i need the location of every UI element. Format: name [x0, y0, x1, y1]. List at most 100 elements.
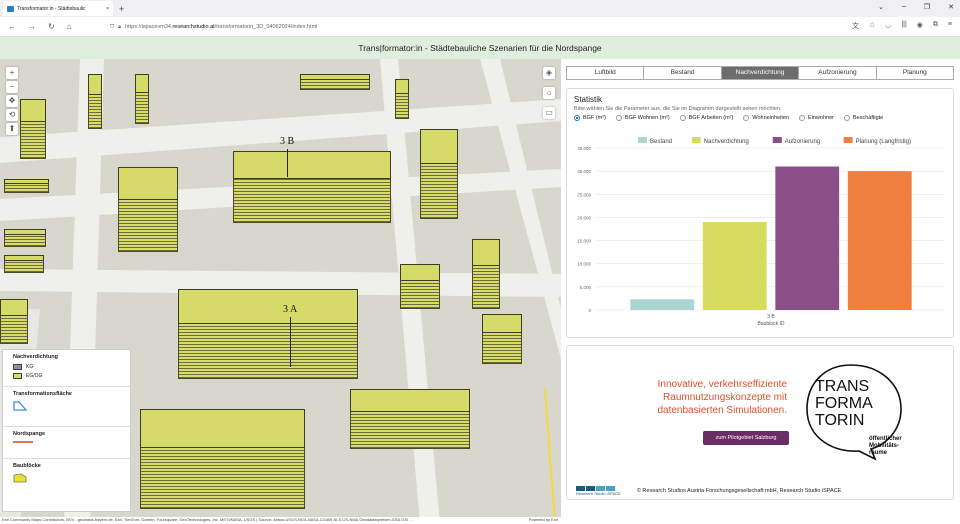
baublock-label-3a: 3 A	[283, 304, 298, 315]
y-tick-label: 0	[588, 308, 591, 313]
legend-label: Nachverdichtung	[704, 139, 749, 145]
radio-wohneinheiten[interactable]: Wohneinheiten	[743, 115, 789, 121]
label-leader-line	[290, 317, 291, 367]
svg-text:Mobilitäts-: Mobilitäts-	[869, 443, 899, 449]
tab-aufzonierung[interactable]: Aufzonierung	[799, 67, 877, 79]
rotate-icon[interactable]: ⟲	[6, 109, 18, 121]
building[interactable]	[140, 409, 305, 509]
label-leader-line	[287, 149, 288, 177]
legend-section-baubloecke: Baublöcke	[3, 459, 130, 489]
legend-label: Planung (Langfristig)	[856, 139, 911, 145]
pilotgebiet-salzburg-button[interactable]: zum Pilotgebiet Salzburg	[703, 431, 789, 445]
radio-bgf[interactable]: BGF (m²)	[574, 115, 606, 121]
site-favicon-icon	[7, 5, 14, 12]
tab-bestand[interactable]: Bestand	[644, 67, 722, 79]
legend-section-transformation: Transformationsfläche	[3, 387, 130, 427]
map-attribution: Esri Community Maps Contributors, BVV - …	[0, 517, 561, 524]
close-window-icon[interactable]: ✕	[948, 3, 954, 11]
legend-swatch	[843, 137, 853, 143]
compass-icon[interactable]: ⬆	[6, 123, 18, 135]
building[interactable]	[88, 74, 102, 129]
zoom-in-button[interactable]: +	[6, 67, 18, 79]
radio-beschaeftigte[interactable]: Beschäftigte	[843, 115, 883, 121]
bookmark-star-icon[interactable]: ☆	[869, 21, 875, 31]
radio-bgf-wohnen[interactable]: BGF Wohnen (m²)	[615, 115, 670, 121]
restore-icon[interactable]: ❐	[924, 3, 930, 11]
baublock-icon	[13, 473, 27, 483]
building[interactable]	[400, 264, 440, 309]
daylight-icon[interactable]: ☼	[543, 87, 555, 99]
reload-icon[interactable]: ↻	[48, 22, 55, 31]
radio-bgf-arbeiten[interactable]: BGF Arbeiten (m²)	[679, 115, 733, 121]
x-tick-label: 3 B	[767, 314, 775, 320]
x-axis-label: Baublock ID	[758, 321, 785, 327]
library-icon[interactable]: |||	[901, 21, 906, 31]
chevron-down-icon[interactable]: ⌄	[878, 3, 884, 11]
svg-text:öffentlicher: öffentlicher	[869, 436, 902, 442]
ispace-logo: Research Studio iSPACE	[576, 486, 621, 496]
basemap-icon[interactable]: ▭	[543, 107, 555, 119]
pan-icon[interactable]: ✥	[6, 95, 18, 107]
map-view[interactable]: 3 B 3 A + − ✥ ⟲ ⬆ ◈ ☼ ▭ Nachverdichtung …	[0, 59, 561, 524]
back-icon[interactable]: ←	[8, 22, 16, 31]
building[interactable]	[20, 99, 46, 159]
building-3a[interactable]	[178, 289, 358, 379]
pocket-icon[interactable]: ◡	[885, 21, 891, 31]
building[interactable]	[395, 79, 409, 119]
account-icon[interactable]: ◉	[917, 21, 923, 31]
url-text: https://ispacevm34.researchstudio.at/tra…	[125, 24, 318, 30]
transformatorin-logo: TRANS FORMA TORIN öffentlicher Mobilität…	[806, 364, 902, 461]
building[interactable]	[420, 129, 458, 219]
close-tab-icon[interactable]: ×	[106, 6, 109, 12]
y-tick-label: 15.000	[577, 239, 591, 244]
baublock-label-3b: 3 B	[280, 136, 295, 147]
new-tab-icon[interactable]: +	[119, 4, 124, 14]
radio-einwohner[interactable]: Einwohner	[798, 115, 834, 121]
menu-icon[interactable]: ≡	[948, 21, 952, 31]
building[interactable]	[4, 179, 49, 193]
kg-swatch-icon	[13, 364, 22, 370]
eg-og-swatch-icon	[13, 373, 22, 379]
y-tick-label: 25.000	[577, 192, 591, 197]
building-3b[interactable]	[233, 151, 391, 223]
translate-icon[interactable]: 文	[852, 21, 859, 31]
legend-section-nachverdichtung: Nachverdichtung KG EG/OG	[3, 350, 130, 387]
layers-icon[interactable]: ◈	[543, 67, 555, 79]
bar-planung	[847, 171, 912, 310]
svg-text:TORIN: TORIN	[815, 412, 864, 429]
zoom-out-button[interactable]: −	[6, 81, 18, 93]
map-legend: Nachverdichtung KG EG/OG Transformations…	[2, 349, 131, 512]
tab-planung[interactable]: Planung	[877, 67, 953, 79]
minimize-icon[interactable]: –	[902, 3, 906, 11]
building[interactable]	[300, 74, 370, 90]
building[interactable]	[4, 255, 44, 273]
parameter-radio-group: BGF (m²) BGF Wohnen (m²) BGF Arbeiten (m…	[574, 115, 946, 121]
address-bar: ← → ↻ ⌂ ⛉ 🔒︎ https://ispacevm34.research…	[0, 17, 960, 37]
legend-section-nordspange: Nordspange	[3, 427, 130, 459]
building[interactable]	[0, 299, 28, 344]
building[interactable]	[135, 74, 149, 124]
home-icon[interactable]: ⌂	[67, 22, 72, 31]
building[interactable]	[482, 314, 522, 364]
statistik-hint: Bitte wählen Sie die Parameter aus, die …	[574, 106, 782, 112]
building[interactable]	[472, 239, 500, 309]
statistik-title: Statistik	[574, 95, 603, 104]
page-title: Trans|formator:in - Städtebauliche Szena…	[0, 37, 960, 59]
browser-tab-bar: Transformator:in - Städtebaulic × + ⌄ – …	[0, 0, 960, 17]
nordspange-line-icon	[13, 441, 33, 443]
tab-nachverdichtung[interactable]: Nachverdichtung	[721, 67, 800, 79]
building[interactable]	[350, 389, 470, 449]
extensions-icon[interactable]: ⧉	[933, 21, 938, 31]
footer: Research Studio iSPACE © Research Studio…	[566, 482, 954, 500]
building[interactable]	[4, 229, 46, 247]
browser-tab[interactable]: Transformator:in - Städtebaulic ×	[3, 1, 113, 16]
legend-label: Aufzonierung	[785, 139, 820, 145]
building[interactable]	[118, 167, 178, 252]
y-tick-label: 30.000	[577, 169, 591, 174]
url-field[interactable]: ⛉ 🔒︎ https://ispacevm34.researchstudio.a…	[110, 19, 840, 35]
transformation-area-icon	[13, 401, 28, 411]
legend-swatch	[691, 137, 701, 143]
tab-luftbild[interactable]: Luftbild	[567, 67, 645, 79]
copyright-text: © Research Studios Austria Forschungsges…	[636, 488, 842, 494]
forward-icon[interactable]: →	[28, 22, 36, 31]
